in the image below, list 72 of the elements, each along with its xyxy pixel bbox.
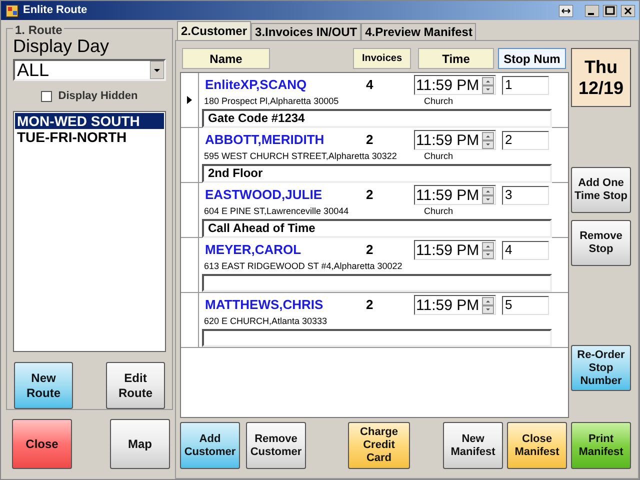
customer-address: 180 Prospect Pl,Alpharetta 30005 <box>203 94 340 108</box>
dropdown-arrow-icon[interactable] <box>150 61 164 79</box>
customer-address: 604 E PINE ST,Lawrenceville 30044 <box>203 204 350 218</box>
invoice-count: 4 <box>366 76 374 94</box>
spinner-icon[interactable] <box>482 242 494 258</box>
resize-icon[interactable] <box>559 4 573 16</box>
action-button[interactable]: Close Manifest <box>507 422 567 469</box>
spinner-icon[interactable] <box>482 186 494 204</box>
action-button[interactable]: Remove Stop <box>571 220 631 266</box>
column-header: Time <box>418 48 494 69</box>
note-field[interactable]: Gate Code #1234 <box>202 109 552 128</box>
date-text: 12/19 <box>578 78 624 98</box>
checkbox[interactable] <box>41 90 52 102</box>
maximize-icon[interactable] <box>603 4 617 16</box>
customer-name: MATTHEWS,CHRIS <box>204 296 324 314</box>
checkbox-label: Display Hidden <box>58 88 138 104</box>
action-button[interactable]: New Manifest <box>443 422 503 469</box>
stop-number-field[interactable]: 3 <box>502 186 549 204</box>
action-button[interactable]: Charge Credit Card <box>348 422 410 469</box>
tab[interactable]: 4.Preview Manifest <box>361 23 476 40</box>
window-title: Enlite Route <box>23 3 88 18</box>
column-header: Name <box>182 48 270 69</box>
invoice-count: 2 <box>366 186 374 204</box>
column-header: Invoices <box>353 48 411 69</box>
location-text: Church <box>424 150 454 163</box>
spinner-icon[interactable] <box>482 296 494 314</box>
tab[interactable]: 2.Customer <box>177 21 252 40</box>
note-field[interactable]: 2nd Floor <box>202 164 552 183</box>
stop-number-field[interactable]: 2 <box>502 130 549 150</box>
route-item[interactable]: TUE-FRI-NORTH <box>15 129 164 145</box>
time-field[interactable]: 11:59 PM <box>414 295 496 315</box>
display-day-dropdown[interactable]: ALL <box>13 59 166 81</box>
action-button[interactable]: Re-Order Stop Number <box>571 345 631 391</box>
customer-name: EnliteXP,SCANQ <box>204 76 308 94</box>
app-icon <box>5 4 19 18</box>
customer-address: 613 EAST RIDGEWOOD ST #4,Alpharetta 30022 <box>203 260 404 273</box>
invoice-count: 2 <box>366 131 374 150</box>
invoice-count: 2 <box>366 241 374 260</box>
time-field[interactable]: 11:59 PM <box>414 75 496 95</box>
action-button[interactable]: Edit Route <box>106 362 165 409</box>
stop-number-field[interactable]: 5 <box>502 296 549 314</box>
minimize-icon[interactable] <box>585 4 599 16</box>
location-text: Church <box>424 94 454 108</box>
action-button[interactable]: Add One Time Stop <box>571 167 631 213</box>
time-field[interactable]: 11:59 PM <box>414 240 496 260</box>
action-button[interactable]: Print Manifest <box>571 422 631 469</box>
route-item[interactable]: MON-WED SOUTH <box>15 113 164 129</box>
close-icon[interactable] <box>621 4 635 16</box>
note-field[interactable] <box>202 274 552 292</box>
time-field[interactable]: 11:59 PM <box>414 130 496 150</box>
note-field[interactable]: Call Ahead of Time <box>202 219 552 238</box>
action-button[interactable]: New Route <box>14 362 73 409</box>
location-text: Church <box>424 204 454 218</box>
customer-name: EASTWOOD,JULIE <box>204 186 324 204</box>
day-text: Thu <box>584 56 618 78</box>
action-button[interactable]: Close <box>12 419 72 469</box>
action-button[interactable]: Map <box>110 419 170 469</box>
action-button[interactable]: Remove Customer <box>246 422 306 469</box>
stop-number-field[interactable]: 1 <box>502 76 549 94</box>
customer-address: 595 WEST CHURCH STREET,Alpharetta 30322 <box>203 150 398 163</box>
time-field[interactable]: 11:59 PM <box>414 185 496 205</box>
customer-name: MEYER,CAROL <box>204 241 302 260</box>
invoice-count: 2 <box>366 296 374 314</box>
action-button[interactable]: Add Customer <box>180 422 240 469</box>
customer-address: 620 E CHURCH,Atlanta 30333 <box>203 314 328 328</box>
tab[interactable]: 3.Invoices IN/OUT <box>251 23 362 40</box>
note-field[interactable] <box>202 329 552 347</box>
stop-number-field[interactable]: 4 <box>502 240 549 260</box>
customer-name: ABBOTT,MERIDITH <box>204 131 326 150</box>
column-header: Stop Num <box>498 48 566 69</box>
spinner-icon[interactable] <box>482 132 494 148</box>
spinner-icon[interactable] <box>482 76 494 94</box>
